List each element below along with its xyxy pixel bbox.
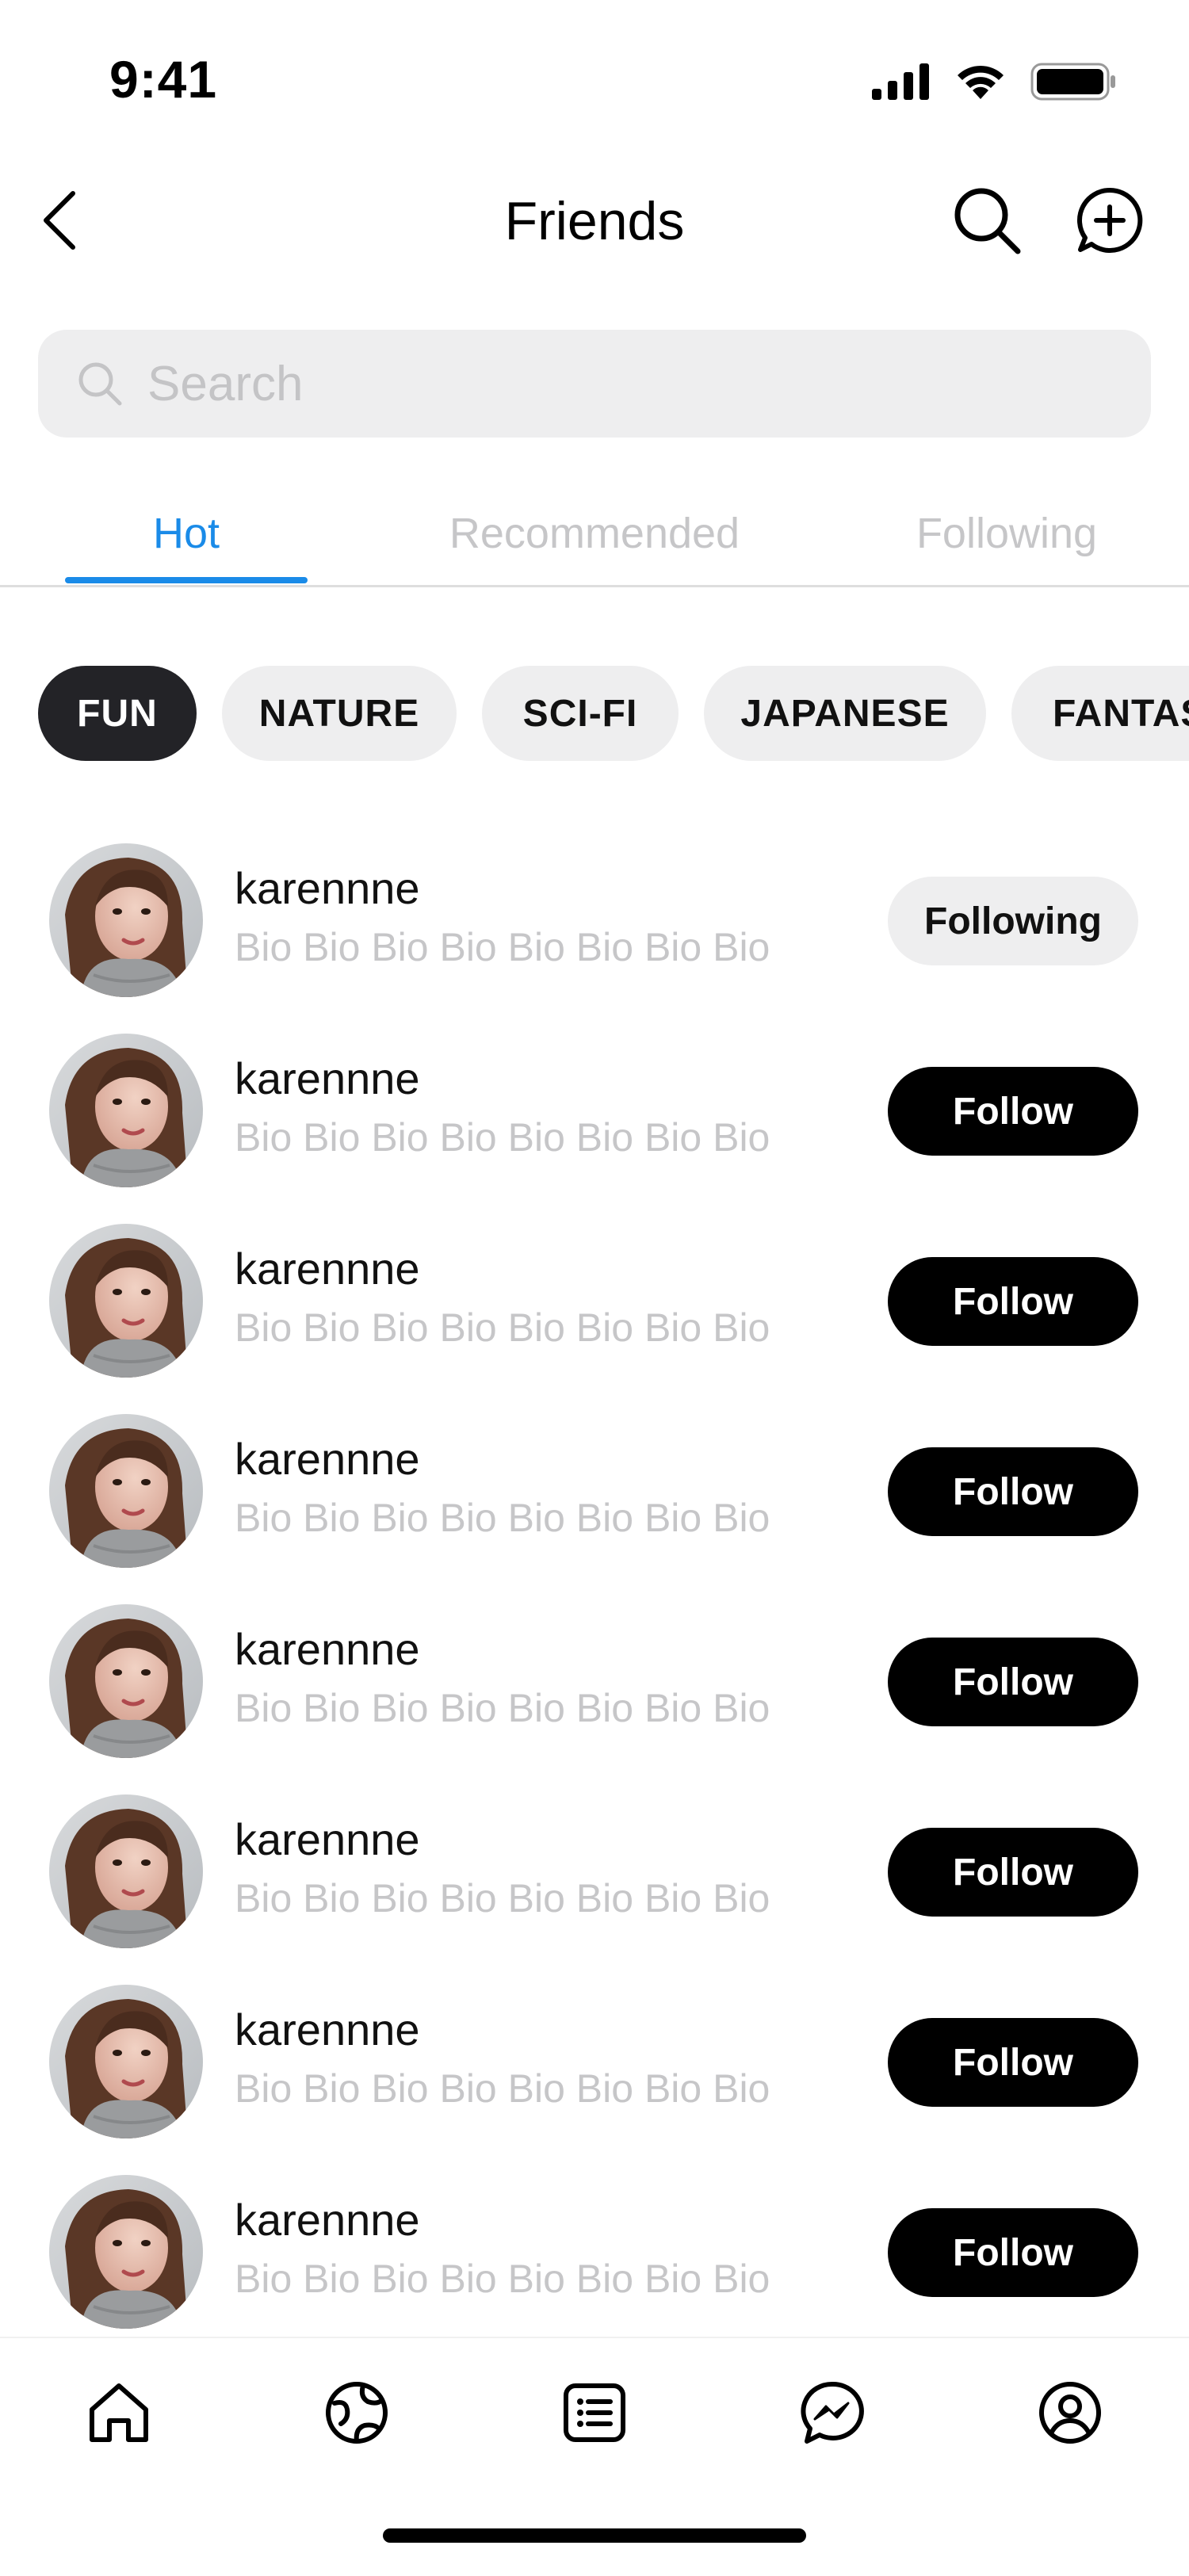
following-button[interactable]: Following [888,877,1138,965]
search-field-icon [76,360,124,407]
chip-fun[interactable]: FUN [38,666,197,761]
list-item: karennne Bio Bio Bio Bio Bio Bio Bio Bio… [0,1205,1189,1395]
globe-icon [323,2379,390,2450]
search-button[interactable] [947,182,1027,262]
add-message-icon [1076,186,1144,258]
chip-sci-fi[interactable]: SCI-FI [482,666,679,761]
username[interactable]: karennne [235,2004,420,2055]
tab-hot[interactable]: Hot [65,509,308,558]
list-icon [561,2379,628,2450]
chip-japanese[interactable]: JAPANESE [704,666,986,761]
status-time: 9:41 [109,50,218,109]
follow-button[interactable]: Follow [888,2208,1138,2297]
nav-home-button[interactable] [79,2375,159,2454]
list-item: karennne Bio Bio Bio Bio Bio Bio Bio Bio… [0,1015,1189,1205]
avatar[interactable] [49,1794,203,1948]
messenger-icon [799,2379,866,2450]
user-bio: Bio Bio Bio Bio Bio Bio Bio Bio [235,1115,770,1160]
back-button[interactable] [32,182,87,262]
tab-bar: Hot Recommended Following [0,499,1189,587]
user-bio: Bio Bio Bio Bio Bio Bio Bio Bio [235,2257,770,2301]
follow-button[interactable]: Follow [888,1638,1138,1726]
username[interactable]: karennne [235,1623,420,1675]
user-bio: Bio Bio Bio Bio Bio Bio Bio Bio [235,2066,770,2111]
chevron-left-icon [41,190,78,254]
search-bar [38,330,1151,438]
avatar[interactable] [49,1224,203,1378]
user-bio: Bio Bio Bio Bio Bio Bio Bio Bio [235,1686,770,1730]
user-bio: Bio Bio Bio Bio Bio Bio Bio Bio [235,1305,770,1350]
follow-button[interactable]: Follow [888,2018,1138,2107]
list-item: karennne Bio Bio Bio Bio Bio Bio Bio Bio… [0,824,1189,1015]
follow-button[interactable]: Follow [888,1447,1138,1536]
user-bio: Bio Bio Bio Bio Bio Bio Bio Bio [235,1496,770,1540]
username[interactable]: karennne [235,1053,420,1104]
list-item: karennne Bio Bio Bio Bio Bio Bio Bio Bio… [0,1966,1189,2156]
avatar[interactable] [49,1414,203,1568]
status-icons [872,62,1118,105]
avatar[interactable] [49,1985,203,2138]
list-item: karennne Bio Bio Bio Bio Bio Bio Bio Bio… [0,1775,1189,1966]
user-bio: Bio Bio Bio Bio Bio Bio Bio Bio [235,1876,770,1921]
status-bar: 9:41 [0,0,1189,159]
nav-explore-button[interactable] [317,2375,396,2454]
nav-messages-button[interactable] [793,2375,872,2454]
search-input[interactable] [146,354,1100,413]
list-item: karennne Bio Bio Bio Bio Bio Bio Bio Bio… [0,2156,1189,2346]
follow-button[interactable]: Follow [888,1067,1138,1156]
add-chat-button[interactable] [1070,182,1149,262]
username[interactable]: karennne [235,1433,420,1485]
username[interactable]: karennne [235,1814,420,1865]
home-icon [86,2379,152,2450]
follow-button[interactable]: Follow [888,1257,1138,1346]
follow-button[interactable]: Follow [888,1828,1138,1917]
home-indicator [383,2528,806,2543]
tab-recommended[interactable]: Recommended [428,509,761,558]
username[interactable]: karennne [235,2194,420,2245]
search-icon [951,185,1023,260]
chip-nature[interactable]: NATURE [222,666,457,761]
tab-following[interactable]: Following [888,509,1126,558]
category-chips: FUN NATURE SCI-FI JAPANESE FANTASY [0,666,1189,762]
user-bio: Bio Bio Bio Bio Bio Bio Bio Bio [235,925,770,969]
username[interactable]: karennne [235,1243,420,1294]
chip-fantasy[interactable]: FANTASY [1011,666,1189,761]
battery-icon [1030,62,1118,105]
list-item: karennne Bio Bio Bio Bio Bio Bio Bio Bio… [0,1585,1189,1775]
nav-feed-button[interactable] [555,2375,634,2454]
list-item: karennne Bio Bio Bio Bio Bio Bio Bio Bio… [0,1395,1189,1585]
avatar[interactable] [49,2175,203,2329]
wifi-icon [954,63,1007,105]
avatar[interactable] [49,1604,203,1758]
cellular-signal-icon [872,63,931,104]
avatar[interactable] [49,1034,203,1187]
nav-header: Friends [0,159,1189,285]
active-tab-indicator [65,577,308,583]
profile-icon [1037,2379,1103,2450]
avatar[interactable] [49,843,203,997]
username[interactable]: karennne [235,862,420,914]
nav-profile-button[interactable] [1030,2375,1110,2454]
